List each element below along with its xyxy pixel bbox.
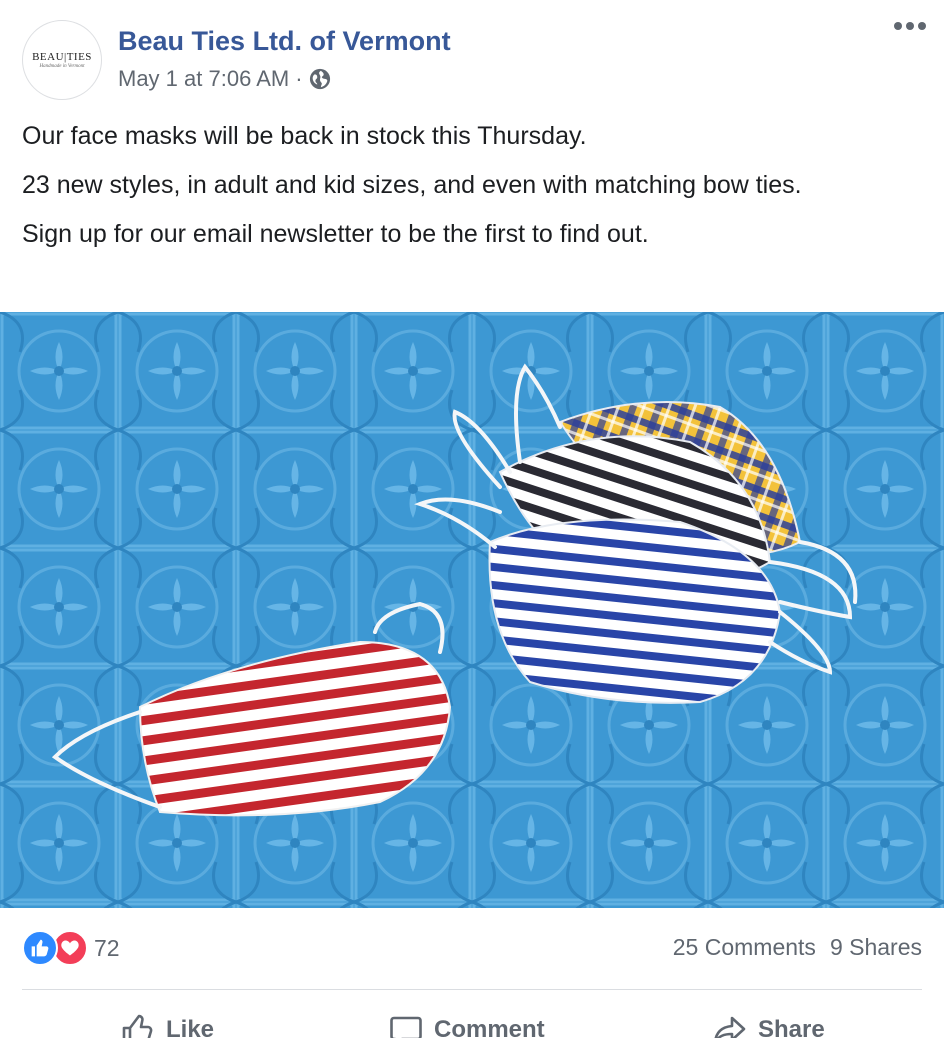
- comments-count-link[interactable]: 25 Comments: [673, 934, 816, 961]
- like-reaction-icon: [22, 930, 58, 966]
- comment-button[interactable]: Comment: [388, 1012, 545, 1038]
- more-dot-icon: [906, 22, 914, 30]
- share-button-label: Share: [758, 1016, 825, 1038]
- avatar-logo-tagline: Handmade in Vermont: [39, 64, 85, 69]
- post-meta: May 1 at 7:06 AM ·: [118, 66, 331, 92]
- meta-separator: ·: [295, 66, 303, 91]
- page-avatar[interactable]: BEAU|TIES Handmade in Vermont: [22, 20, 102, 100]
- post-text: Our face masks will be back in stock thi…: [22, 118, 902, 265]
- share-button[interactable]: Share: [712, 1012, 825, 1038]
- post-timestamp[interactable]: May 1 at 7:06 AM: [118, 66, 289, 92]
- divider: [22, 989, 922, 990]
- comment-bubble-icon: [390, 1016, 422, 1038]
- avatar-logo-text: BEAU|TIES: [32, 51, 92, 63]
- engagement-counts: 25 Comments 9 Shares: [673, 934, 922, 961]
- like-button[interactable]: Like: [120, 1012, 214, 1038]
- face-masks-photo: [0, 312, 944, 908]
- more-dot-icon: [918, 22, 926, 30]
- post-paragraph: Sign up for our email newsletter to be t…: [22, 220, 649, 248]
- more-options-button[interactable]: [894, 22, 926, 30]
- facebook-post: BEAU|TIES Handmade in Vermont Beau Ties …: [0, 0, 944, 1038]
- more-dot-icon: [894, 22, 902, 30]
- thumbs-up-outline-icon: [122, 1014, 153, 1038]
- reactions-summary[interactable]: 72: [22, 930, 120, 966]
- shares-count-link[interactable]: 9 Shares: [830, 934, 922, 961]
- heart-icon: [61, 940, 79, 956]
- comment-button-label: Comment: [434, 1016, 545, 1038]
- reaction-count: 72: [94, 934, 120, 961]
- thumbs-up-icon: [31, 939, 49, 957]
- post-photo[interactable]: [0, 312, 944, 908]
- like-button-label: Like: [166, 1016, 215, 1038]
- post-paragraph: Our face masks will be back in stock thi…: [22, 122, 587, 150]
- globe-icon[interactable]: [309, 68, 331, 90]
- page-name-link[interactable]: Beau Ties Ltd. of Vermont: [118, 26, 451, 57]
- post-action-bar: Like Comment Share: [0, 1000, 944, 1038]
- share-arrow-icon: [714, 1016, 746, 1038]
- post-paragraph: 23 new styles, in adult and kid sizes, a…: [22, 171, 802, 199]
